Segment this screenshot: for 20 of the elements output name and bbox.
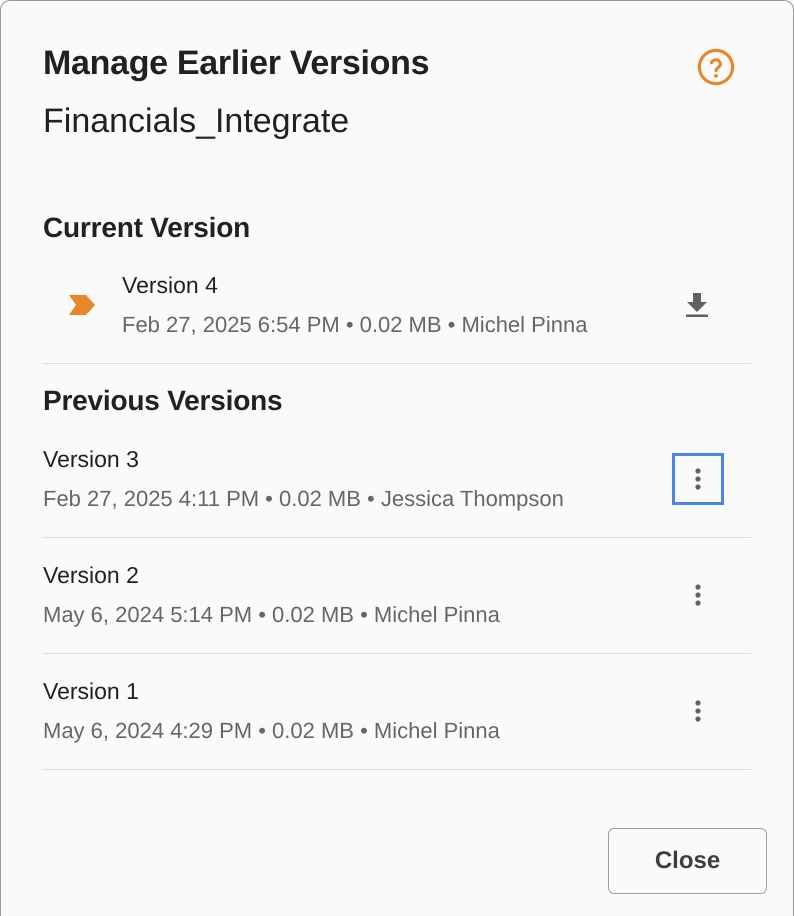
file-name: Financials_Integrate	[43, 101, 350, 141]
version-details: May 6, 2024 4:29 PM • 0.02 MB • Michel Pinna	[43, 717, 501, 745]
version-details: Feb 27, 2025 4:11 PM • 0.02 MB • Jessica Thompson	[43, 485, 565, 513]
section-heading: Previous Versions	[43, 384, 284, 418]
version-name: Version 3	[43, 445, 140, 474]
more-options-icon	[695, 468, 701, 490]
version-name: Version 1	[43, 677, 140, 706]
version-details: Feb 27, 2025 6:54 PM • 0.02 MB • Michel Pinna	[122, 311, 588, 339]
version-name: Version 4	[122, 271, 219, 300]
more-options-button[interactable]	[672, 453, 724, 505]
more-options-icon	[695, 700, 701, 722]
download-icon	[686, 293, 708, 317]
section-heading: Current Version	[43, 211, 252, 245]
version-details: May 6, 2024 5:14 PM • 0.02 MB • Michel Pinna	[43, 601, 501, 629]
help-icon[interactable]	[697, 48, 735, 86]
dialog-title: Manage Earlier Versions	[43, 43, 430, 84]
chevron-icon	[69, 295, 95, 315]
more-options-icon	[695, 584, 701, 606]
close-button[interactable]: Close	[608, 828, 767, 894]
version-name: Version 2	[43, 561, 140, 590]
